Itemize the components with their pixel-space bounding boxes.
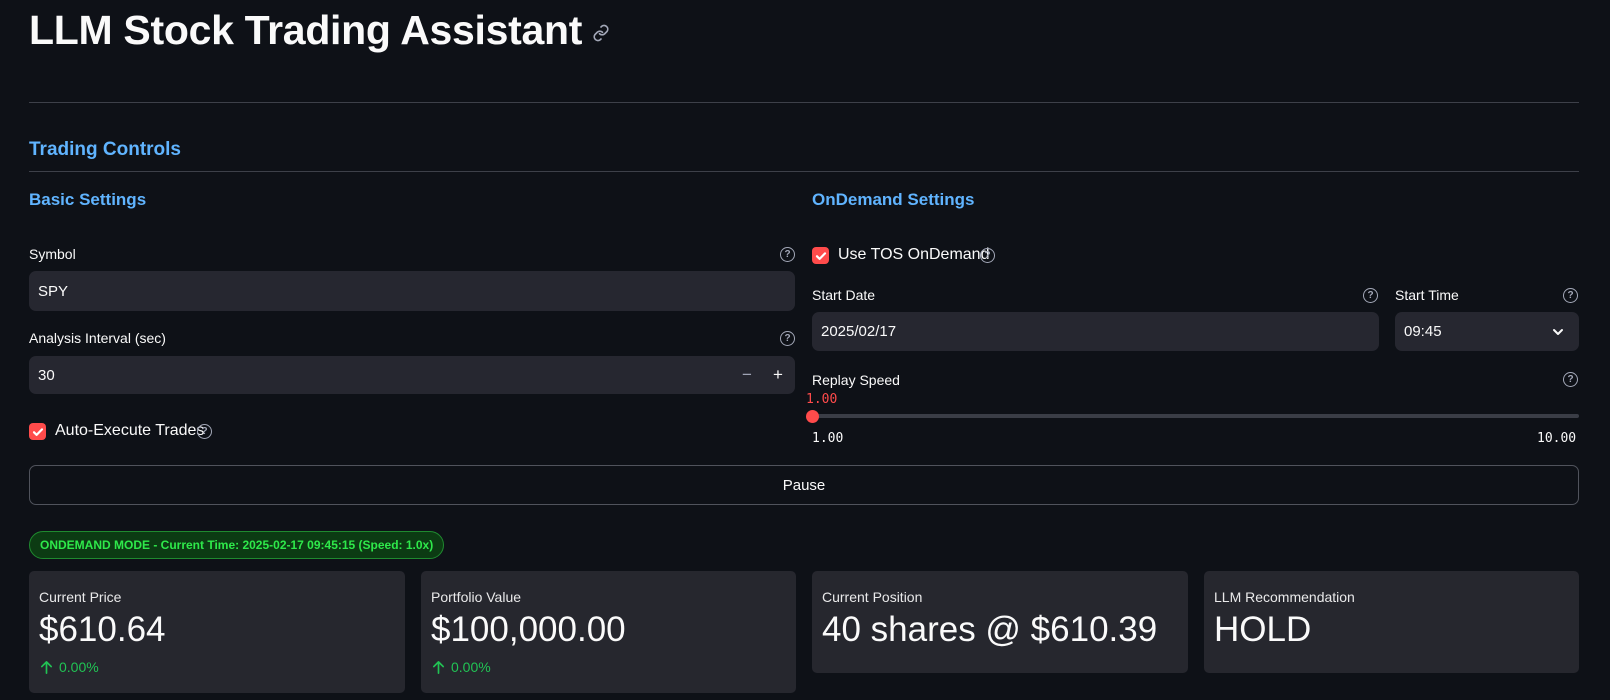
start-time-value: 09:45 — [1404, 323, 1442, 340]
interval-help-icon[interactable]: ? — [780, 331, 795, 346]
auto-execute-label[interactable]: Auto-Execute Trades — [55, 422, 204, 440]
symbol-input[interactable]: SPY — [29, 271, 795, 311]
portfolio-value-delta: 0.00% — [431, 659, 491, 675]
llm-recommendation-label: LLM Recommendation — [1214, 589, 1355, 605]
use-tos-help-icon[interactable]: ? — [980, 248, 995, 263]
interval-decrement-button[interactable]: − — [734, 362, 760, 388]
basic-settings-heading: Basic Settings — [29, 190, 147, 209]
replay-speed-label: Replay Speed — [812, 372, 900, 388]
trading-controls-divider — [29, 171, 1579, 172]
replay-speed-current-value: 1.00 — [806, 392, 838, 407]
page-title: LLM Stock Trading Assistant — [29, 6, 583, 53]
symbol-label: Symbol — [29, 246, 76, 262]
current-position-card: Current Position 40 shares @ $610.39 — [812, 571, 1188, 673]
current-price-delta: 0.00% — [39, 659, 99, 675]
checkmark-icon — [815, 251, 826, 260]
trading-controls-heading: Trading Controls — [29, 139, 181, 160]
pause-button[interactable]: Pause — [29, 465, 1579, 505]
symbol-help-icon[interactable]: ? — [780, 247, 795, 262]
replay-speed-max: 10.00 — [1537, 431, 1577, 446]
link-icon[interactable] — [592, 24, 610, 42]
arrow-up-icon — [40, 660, 53, 674]
start-date-help-icon[interactable]: ? — [1363, 288, 1378, 303]
chevron-down-icon[interactable] — [1551, 325, 1565, 339]
portfolio-value-value: $100,000.00 — [431, 610, 626, 649]
status-badge: ONDEMAND MODE - Current Time: 2025-02-17… — [29, 531, 445, 559]
checkmark-icon — [32, 427, 43, 436]
title-divider — [29, 102, 1579, 103]
current-price-label: Current Price — [39, 589, 122, 605]
llm-recommendation-value: HOLD — [1214, 610, 1312, 649]
start-date-label: Start Date — [812, 287, 876, 303]
current-position-value: 40 shares @ $610.39 — [822, 610, 1158, 649]
llm-recommendation-card: LLM Recommendation HOLD — [1204, 571, 1579, 673]
page-title-row: LLM Stock Trading Assistant — [29, 4, 610, 56]
use-tos-checkbox[interactable] — [812, 247, 829, 264]
portfolio-value-card: Portfolio Value $100,000.00 0.00% — [421, 571, 796, 693]
current-price-card: Current Price $610.64 0.00% — [29, 571, 405, 693]
auto-execute-help-icon[interactable]: ? — [197, 424, 212, 439]
interval-number-input[interactable]: 30 — [29, 356, 795, 394]
current-price-value: $610.64 — [39, 610, 166, 649]
auto-execute-checkbox[interactable] — [29, 423, 46, 440]
replay-speed-min: 1.00 — [812, 431, 844, 446]
start-time-label: Start Time — [1395, 287, 1459, 303]
replay-speed-thumb[interactable] — [806, 410, 819, 423]
replay-speed-track[interactable] — [812, 414, 1579, 418]
arrow-up-icon — [432, 660, 445, 674]
start-date-input[interactable]: 2025/02/17 — [812, 312, 1379, 351]
current-price-delta-value: 0.00% — [59, 659, 99, 675]
current-position-label: Current Position — [822, 589, 923, 605]
interval-label: Analysis Interval (sec) — [29, 330, 166, 346]
portfolio-value-label: Portfolio Value — [431, 589, 522, 605]
interval-increment-button[interactable]: + — [765, 362, 791, 388]
start-time-help-icon[interactable]: ? — [1563, 288, 1578, 303]
portfolio-value-delta-value: 0.00% — [451, 659, 491, 675]
symbol-input-value: SPY — [38, 282, 69, 300]
ondemand-settings-heading: OnDemand Settings — [812, 190, 975, 209]
use-tos-label[interactable]: Use TOS OnDemand — [838, 246, 989, 264]
interval-input-value: 30 — [38, 366, 55, 384]
start-date-value: 2025/02/17 — [821, 323, 897, 340]
replay-speed-help-icon[interactable]: ? — [1563, 372, 1578, 387]
